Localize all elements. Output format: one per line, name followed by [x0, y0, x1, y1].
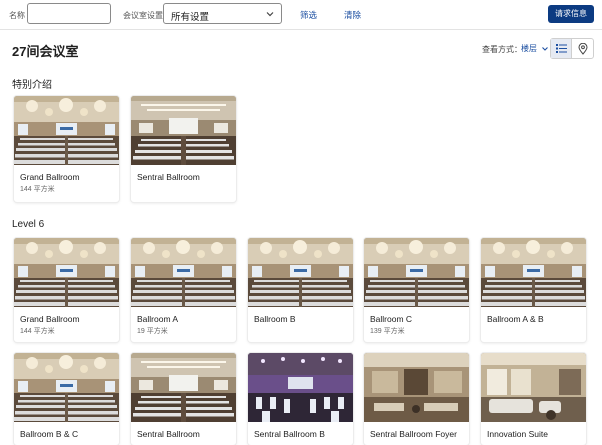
room-photo — [131, 96, 236, 165]
map-view-button[interactable] — [572, 39, 593, 58]
room-photo — [14, 353, 119, 422]
room-photo — [364, 238, 469, 307]
room-photo — [481, 353, 586, 422]
filter-link[interactable]: 筛选 — [300, 9, 317, 21]
room-name: Ballroom A & B — [487, 314, 544, 324]
name-input[interactable] — [27, 3, 111, 24]
room-name: Grand Ballroom — [20, 314, 80, 324]
room-area: 139 平方米 — [370, 328, 405, 335]
room-card[interactable]: Grand Ballroom 144 平方米 — [14, 96, 119, 202]
room-name: Innovation Suite — [487, 429, 548, 439]
chevron-down-icon — [542, 47, 549, 51]
list-icon — [555, 44, 567, 53]
room-card[interactable]: Ballroom A & B — [481, 238, 586, 342]
room-area: 19 平方米 — [137, 328, 168, 335]
map-pin-icon — [577, 42, 588, 55]
filter-bar: 名称 会议室设置 所有设置 筛选 清除 请求信息 — [0, 0, 602, 30]
room-card[interactable]: Sentral Ballroom B — [248, 353, 353, 445]
view-mode-label: 查看方式： — [482, 45, 522, 54]
room-name: Sentral Ballroom Foyer — [370, 429, 457, 439]
room-name: Sentral Ballroom — [137, 429, 200, 439]
featured-section-title: 特别介绍 — [12, 80, 52, 91]
room-card[interactable]: Ballroom C 139 平方米 — [364, 238, 469, 342]
setting-select[interactable]: 所有设置 — [163, 3, 282, 24]
room-card[interactable]: Innovation Suite — [481, 353, 586, 445]
view-toggle — [550, 38, 594, 59]
room-photo — [131, 353, 236, 422]
room-name: Grand Ballroom — [20, 172, 80, 182]
request-info-button[interactable]: 请求信息 — [548, 5, 594, 23]
room-photo — [364, 353, 469, 422]
room-card[interactable]: Ballroom A 19 平方米 — [131, 238, 236, 342]
setting-label: 会议室设置 — [123, 11, 163, 20]
level-section-title: Level 6 — [12, 219, 45, 230]
room-card[interactable]: Ballroom B & C — [14, 353, 119, 445]
room-name: Ballroom C — [370, 314, 413, 324]
room-photo — [248, 238, 353, 307]
room-name: Ballroom B & C — [20, 429, 79, 439]
room-card[interactable]: Sentral Ballroom — [131, 353, 236, 445]
room-area: 144 平方米 — [20, 328, 55, 335]
room-card[interactable]: Sentral Ballroom — [131, 96, 236, 202]
room-name: Ballroom A — [137, 314, 179, 324]
room-area: 144 平方米 — [20, 186, 55, 193]
room-photo — [248, 353, 353, 422]
room-photo — [14, 238, 119, 307]
room-photo — [481, 238, 586, 307]
room-photo — [131, 238, 236, 307]
clear-link[interactable]: 清除 — [344, 9, 361, 21]
room-card[interactable]: Grand Ballroom 144 平方米 — [14, 238, 119, 342]
name-label: 名称 — [9, 11, 25, 20]
chevron-down-icon — [266, 12, 274, 17]
room-photo — [14, 96, 119, 165]
room-name: Sentral Ballroom — [137, 172, 200, 182]
setting-select-value: 所有设置 — [171, 12, 210, 23]
view-mode-value: 楼层 — [521, 44, 537, 53]
room-name: Sentral Ballroom B — [254, 429, 325, 439]
view-mode-select[interactable]: 楼层 — [521, 43, 549, 54]
room-card[interactable]: Ballroom B — [248, 238, 353, 342]
list-view-button[interactable] — [551, 39, 573, 58]
room-card[interactable]: Sentral Ballroom Foyer — [364, 353, 469, 445]
room-name: Ballroom B — [254, 314, 296, 324]
page-title: 27间会议室 — [12, 44, 79, 59]
